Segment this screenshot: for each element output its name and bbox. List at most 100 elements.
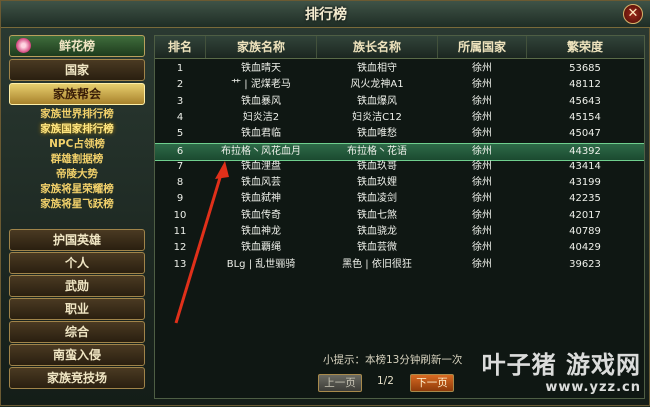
cell-family-name: 铁血浬盘 bbox=[241, 160, 281, 172]
cell-country: 徐州 bbox=[472, 111, 492, 123]
watermark-name: 叶子猪 游戏网 bbox=[481, 351, 641, 379]
cell-rank: 8 bbox=[176, 177, 184, 189]
flower-ranking-label: 鲜花榜 bbox=[58, 39, 95, 53]
table-row[interactable]: 3 铁血暴风 铁血爆风 徐州 45643 bbox=[155, 94, 644, 110]
cell-country: 徐州 bbox=[472, 63, 492, 74]
sidebar-item-personal[interactable]: 个人 bbox=[9, 252, 145, 274]
cell-leader-name: 铁血唯愁 bbox=[357, 128, 397, 140]
cell-rank: 2 bbox=[176, 79, 184, 91]
table-row[interactable]: 11 铁血神龙 铁血骁龙 徐州 40789 bbox=[155, 224, 644, 240]
cell-rank: 1 bbox=[176, 63, 184, 74]
submenu-warlord-ranking[interactable]: 群雄割据榜 bbox=[13, 152, 141, 167]
sidebar-item-merit[interactable]: 武勋 bbox=[9, 275, 145, 297]
table-row[interactable]: 4 妇炎洁2 妇炎洁C12 徐州 45154 bbox=[155, 110, 644, 126]
close-button[interactable]: ✕ bbox=[623, 4, 643, 24]
cell-family-name: 铁血覇绳 bbox=[241, 242, 281, 254]
flower-icon bbox=[16, 38, 31, 53]
cell-leader-name: 铁血骁龙 bbox=[357, 226, 397, 237]
cell-leader-name: 风火龙神A1 bbox=[350, 79, 404, 91]
table-row[interactable]: 12 铁血覇绳 铁血芸微 徐州 40429 bbox=[155, 240, 644, 256]
table-header: 排名 家族名称 族长名称 所属国家 繁荣度 bbox=[155, 36, 644, 59]
cell-prosperity: 43414 bbox=[569, 160, 601, 172]
sidebar-item-family-guild[interactable]: 家族帮会 bbox=[9, 83, 145, 105]
cell-prosperity: 42235 bbox=[569, 193, 601, 205]
page-indicator: 1/2 bbox=[377, 375, 394, 387]
table-row[interactable]: 10 铁血传奇 铁血七煞 徐州 42017 bbox=[155, 208, 644, 224]
header-country: 所属国家 bbox=[438, 36, 527, 58]
cell-family-name: 铁血君临 bbox=[241, 128, 281, 140]
cell-country: 徐州 bbox=[472, 177, 492, 189]
cell-prosperity: 45643 bbox=[569, 95, 601, 107]
submenu-star-leap[interactable]: 家族将星飞跃榜 bbox=[13, 197, 141, 212]
table-row[interactable]: 2 艹 | 泥煤老马 风火龙神A1 徐州 48112 bbox=[155, 77, 644, 93]
cell-family-name: 铁血晴天 bbox=[241, 63, 281, 74]
cell-prosperity: 44392 bbox=[569, 145, 601, 157]
cell-rank: 11 bbox=[173, 226, 187, 237]
cell-leader-name: 铁血凌剑 bbox=[357, 193, 397, 205]
header-rank: 排名 bbox=[155, 36, 206, 58]
cell-rank: 9 bbox=[176, 193, 184, 205]
cell-family-name: 铁血弑神 bbox=[241, 193, 281, 205]
cell-country: 徐州 bbox=[472, 160, 492, 172]
cell-leader-name: 黑色 | 依旧很狂 bbox=[342, 258, 412, 270]
submenu-star-glory[interactable]: 家族将星荣耀榜 bbox=[13, 182, 141, 197]
submenu-npc-occupation[interactable]: NPC占领榜 bbox=[13, 137, 141, 152]
cell-family-name: 铁血传奇 bbox=[241, 209, 281, 221]
cell-prosperity: 39623 bbox=[569, 258, 601, 270]
cell-family-name: 铁血神龙 bbox=[241, 226, 281, 237]
cell-family-name: 妇炎洁2 bbox=[242, 111, 280, 123]
cell-rank: 3 bbox=[176, 95, 184, 107]
sidebar: 鲜花榜 国家 家族帮会 家族世界排行榜 家族国家排行榜 NPC占领榜 群雄割据榜… bbox=[9, 35, 145, 397]
table-row[interactable]: 1 铁血晴天 铁血相守 徐州 53685 bbox=[155, 61, 644, 77]
cell-family-name: 艹 | 泥煤老马 bbox=[231, 79, 291, 91]
table-row[interactable]: 9 铁血弑神 铁血凌剑 徐州 42235 bbox=[155, 191, 644, 207]
sidebar-item-national-hero[interactable]: 护国英雄 bbox=[9, 229, 145, 251]
table-row[interactable]: 8 铁血风芸 铁血玖娌 徐州 43199 bbox=[155, 175, 644, 191]
cell-leader-name: 铁血爆风 bbox=[357, 95, 397, 107]
sidebar-item-overall[interactable]: 综合 bbox=[9, 321, 145, 343]
cell-rank: 13 bbox=[173, 258, 187, 270]
cell-leader-name: 铁血玖哥 bbox=[357, 160, 397, 172]
cell-rank: 4 bbox=[176, 111, 184, 123]
ranking-window: 排行榜 ✕ 鲜花榜 国家 家族帮会 家族世界排行榜 家族国家排行榜 NPC占领榜… bbox=[0, 0, 650, 406]
cell-country: 徐州 bbox=[472, 209, 492, 221]
cell-rank: 12 bbox=[173, 242, 187, 254]
title-bar: 排行榜 ✕ bbox=[1, 1, 650, 28]
cell-prosperity: 40789 bbox=[569, 226, 601, 237]
cell-prosperity: 45047 bbox=[569, 128, 601, 140]
cell-rank: 5 bbox=[176, 128, 184, 140]
cell-country: 徐州 bbox=[472, 258, 492, 270]
cell-leader-name: 布拉格丶花语 bbox=[347, 145, 407, 157]
cell-leader-name: 妇炎洁C12 bbox=[352, 111, 402, 123]
prev-page-button[interactable]: 上一页 bbox=[318, 374, 362, 392]
cell-leader-name: 铁血玖娌 bbox=[357, 177, 397, 189]
submenu-imperial-tomb[interactable]: 帝陵大势 bbox=[13, 167, 141, 182]
refresh-tip: 小提示：本榜13分钟刷新一次 bbox=[323, 354, 463, 366]
sidebar-item-profession[interactable]: 职业 bbox=[9, 298, 145, 320]
site-watermark: 叶子猪 游戏网 www.yzz.cn bbox=[482, 345, 641, 395]
cell-country: 徐州 bbox=[472, 128, 492, 140]
cell-prosperity: 43199 bbox=[569, 177, 601, 189]
cell-family-name: 铁血风芸 bbox=[241, 177, 281, 189]
cell-prosperity: 48112 bbox=[569, 79, 601, 91]
cell-country: 徐州 bbox=[472, 145, 492, 157]
sidebar-item-southern-invasion[interactable]: 南蛮入侵 bbox=[9, 344, 145, 366]
submenu-world-ranking[interactable]: 家族世界排行榜 bbox=[13, 107, 141, 122]
table-row[interactable]: 6 布拉格丶风花血月 布拉格丶花语 徐州 44392 bbox=[155, 142, 644, 161]
next-page-button[interactable]: 下一页 bbox=[410, 374, 454, 392]
watermark-url: www.yzz.cn bbox=[545, 380, 641, 395]
cell-rank: 10 bbox=[173, 209, 187, 221]
cell-rank: 6 bbox=[176, 145, 184, 157]
sidebar-item-country[interactable]: 国家 bbox=[9, 59, 145, 81]
header-family-name: 家族名称 bbox=[206, 36, 317, 58]
table-row[interactable]: 7 铁血浬盘 铁血玖哥 徐州 43414 bbox=[155, 159, 644, 175]
cell-prosperity: 53685 bbox=[569, 63, 601, 74]
cell-country: 徐州 bbox=[472, 242, 492, 254]
flower-ranking-button[interactable]: 鲜花榜 bbox=[9, 35, 145, 57]
submenu-country-ranking[interactable]: 家族国家排行榜 bbox=[13, 122, 141, 137]
cell-country: 徐州 bbox=[472, 193, 492, 205]
sidebar-item-family-arena[interactable]: 家族竞技场 bbox=[9, 367, 145, 389]
table-row[interactable]: 13 BLg | 乱世骊骑 黑色 | 依旧很狂 徐州 39623 bbox=[155, 257, 644, 273]
close-icon: ✕ bbox=[627, 6, 639, 21]
table-row[interactable]: 5 铁血君临 铁血唯愁 徐州 45047 bbox=[155, 126, 644, 142]
